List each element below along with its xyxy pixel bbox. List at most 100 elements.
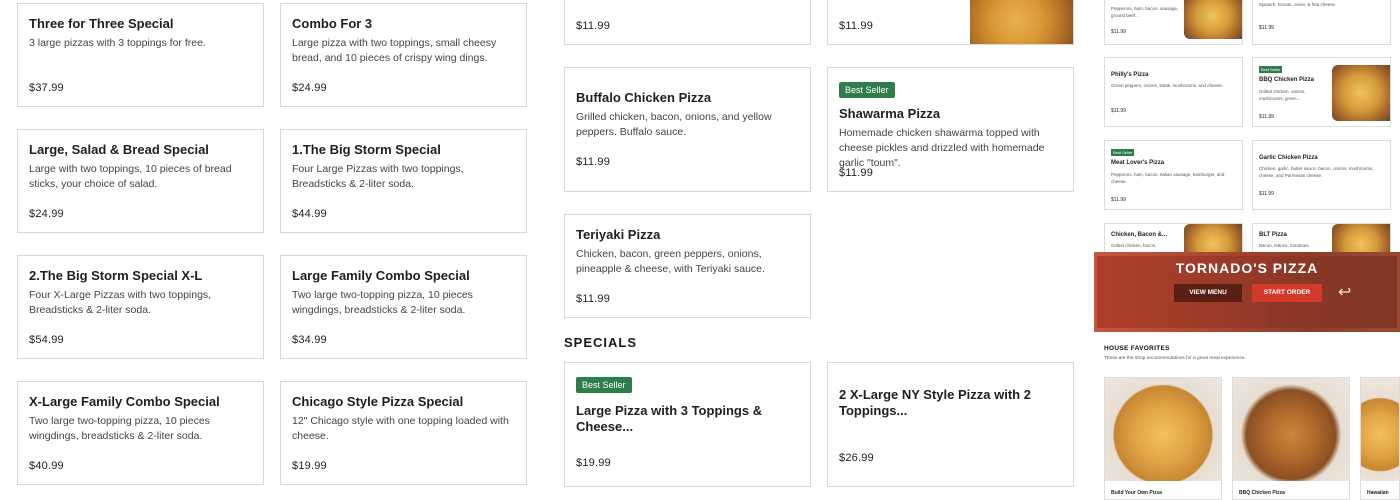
menu-card-shawarma[interactable]: Best Seller Shawarma Pizza Homemade chic… xyxy=(827,67,1074,192)
menu-card-three-for-three[interactable]: Three for Three Special 3 large pizzas w… xyxy=(17,3,264,107)
card-price: $11.99 xyxy=(576,20,611,32)
preview-mini-card[interactable]: Philly's Pizza Green peppers, onions, st… xyxy=(1104,57,1243,127)
house-favorites-title: HOUSE FAVORITES xyxy=(1104,345,1170,352)
preview-mini-card[interactable]: Best Seller Meat Lover's Pizza Pepperoni… xyxy=(1104,140,1243,210)
card-title: Teriyaki Pizza xyxy=(576,227,661,242)
mini-title: Chicken, Bacon &... xyxy=(1111,232,1168,238)
card-title: Combo For 3 xyxy=(292,16,373,31)
mini-description: Grilled chicken, bacon, xyxy=(1111,243,1157,248)
card-title: Buffalo Chicken Pizza xyxy=(576,90,712,105)
card-price: $34.99 xyxy=(292,334,327,346)
mini-description: Grilled chicken, onions, mushrooms, gree… xyxy=(1259,89,1306,101)
best-seller-badge: Best Seller xyxy=(1259,66,1283,73)
view-menu-button[interactable]: VIEW MENU xyxy=(1174,284,1242,302)
section-heading-specials: SPECIALS xyxy=(564,335,638,350)
mini-price: $11.99 xyxy=(1259,114,1274,120)
card-title: 2.The Big Storm Special X-L xyxy=(29,268,203,283)
mini-description: Green peppers, onions, steak, mushrooms,… xyxy=(1111,83,1224,88)
card-price: $11.99 xyxy=(839,20,874,32)
card-description: Four X-Large Pizzas with two toppings, B… xyxy=(29,289,212,316)
mini-price: $11.99 xyxy=(1111,108,1126,114)
mini-description: Pepperoni, ham, bacon, Italian sausage, … xyxy=(1111,172,1225,184)
mini-title: BLT Pizza xyxy=(1259,232,1287,238)
card-price: $11.99 xyxy=(839,167,874,179)
menu-card-xl-ny-style[interactable]: 2 X-Large NY Style Pizza with 2 Toppings… xyxy=(827,362,1074,487)
card-description: Chicken, bacon, green peppers, onions, p… xyxy=(576,248,765,275)
menu-card-teriyaki[interactable]: Teriyaki Pizza Chicken, bacon, green pep… xyxy=(564,214,811,318)
card-title: 1.The Big Storm Special xyxy=(292,142,441,157)
mini-title: Garlic Chicken Pizza xyxy=(1259,155,1318,161)
card-description: Large pizza with two toppings, small che… xyxy=(292,37,497,64)
menu-card-big-storm-xl[interactable]: 2.The Big Storm Special X-L Four X-Large… xyxy=(17,255,264,359)
card-price: $44.99 xyxy=(292,208,327,220)
card-price: $11.99 xyxy=(576,156,611,168)
house-favorite-name: Build Your Own Pizza xyxy=(1111,490,1162,496)
hero-title: TORNADO'S PIZZA xyxy=(1175,260,1319,276)
menu-card-chicago-style[interactable]: Chicago Style Pizza Special 12" Chicago … xyxy=(280,381,527,485)
house-favorites-subtitle: These are the shop recommendations for a… xyxy=(1104,356,1246,361)
card-title: X-Large Family Combo Special xyxy=(29,394,220,409)
card-price: $37.99 xyxy=(29,82,64,94)
mini-price: $11.99 xyxy=(1259,191,1274,197)
card-price: $24.99 xyxy=(292,82,327,94)
best-seller-badge: Best Seller xyxy=(839,82,895,98)
menu-card-large-family-combo[interactable]: Large Family Combo Special Two large two… xyxy=(280,255,527,359)
house-favorite-card[interactable]: Build Your Own Pizza xyxy=(1104,377,1222,500)
pizza-image xyxy=(1332,65,1390,121)
card-title: Chicago Style Pizza Special xyxy=(292,394,464,409)
house-favorite-card[interactable]: BBQ Chicken Pizza xyxy=(1232,377,1350,500)
mini-price: $11.99 xyxy=(1111,197,1126,203)
card-description: Large with two toppings, 10 pieces of br… xyxy=(29,163,232,190)
pizza-image xyxy=(1184,0,1242,39)
pizza-image xyxy=(1361,378,1399,481)
pizza-image xyxy=(1233,378,1349,481)
menu-card-top-left-pizza[interactable]: $11.99 xyxy=(564,0,811,45)
card-description: 12" Chicago style with one topping loade… xyxy=(292,415,509,442)
pizza-image xyxy=(970,0,1073,44)
mini-description: Chicken, garlic, butter sauce, bacon, on… xyxy=(1259,166,1374,178)
card-description: Homemade chicken shawarma topped with ch… xyxy=(839,127,1045,169)
menu-card-big-storm[interactable]: 1.The Big Storm Special Four Large Pizza… xyxy=(280,129,527,233)
card-price: $19.99 xyxy=(576,457,611,469)
menu-card-large-3-toppings[interactable]: Best Seller Large Pizza with 3 Toppings … xyxy=(564,362,811,487)
pizza-image xyxy=(1105,378,1221,481)
card-description: Two large two-topping pizza, 10 pieces w… xyxy=(292,289,473,316)
menu-card-large-salad-bread[interactable]: Large, Salad & Bread Special Large with … xyxy=(17,129,264,233)
curved-arrow-icon: ↩ xyxy=(1338,284,1352,301)
preview-mini-card[interactable]: Spinach, tomato, onion, & feta cheese. $… xyxy=(1252,0,1391,45)
card-title: Large, Salad & Bread Special xyxy=(29,142,209,157)
house-favorite-name: Hawaiian xyxy=(1367,490,1389,496)
mini-description: Spinach, tomato, onion, & feta cheese. xyxy=(1259,2,1337,7)
card-description: 3 large pizzas with 3 toppings for free. xyxy=(29,37,206,49)
mini-price: $11.99 xyxy=(1111,29,1126,35)
start-order-button[interactable]: START ORDER xyxy=(1252,284,1322,302)
card-price: $19.99 xyxy=(292,460,327,472)
menu-card-buffalo-chicken[interactable]: Buffalo Chicken Pizza Grilled chicken, b… xyxy=(564,67,811,192)
mini-title: Philly's Pizza xyxy=(1111,72,1149,78)
card-description: Four Large Pizzas with two toppings, Bre… xyxy=(292,163,464,190)
card-title: Three for Three Special xyxy=(29,16,174,31)
card-title: Large Pizza with 3 Toppings & Cheese... xyxy=(576,403,763,434)
preview-mini-card[interactable]: Garlic Chicken Pizza Chicken, garlic, bu… xyxy=(1252,140,1391,210)
mini-title: BBQ Chicken Pizza xyxy=(1259,77,1315,83)
card-price: $26.99 xyxy=(839,452,874,464)
card-title: Large Family Combo Special xyxy=(292,268,470,283)
house-favorite-card[interactable]: Hawaiian xyxy=(1360,377,1400,500)
house-favorite-name: BBQ Chicken Pizza xyxy=(1239,490,1285,496)
card-title: 2 X-Large NY Style Pizza with 2 Toppings… xyxy=(839,387,1031,418)
mini-description: Bacon, lettuce, tomatoes, xyxy=(1259,243,1310,248)
card-description: Two large two-topping pizza, 10 pieces w… xyxy=(29,415,210,442)
mini-title: Meat Lover's Pizza xyxy=(1111,160,1165,166)
menu-card-top-right-pizza[interactable]: $11.99 xyxy=(827,0,1074,45)
card-price: $24.99 xyxy=(29,208,64,220)
preview-mini-card[interactable]: Best Seller BBQ Chicken Pizza Grilled ch… xyxy=(1252,57,1391,127)
card-price: $54.99 xyxy=(29,334,64,346)
menu-card-xl-family-combo[interactable]: X-Large Family Combo Special Two large t… xyxy=(17,381,264,485)
card-description: Grilled chicken, bacon, onions, and yell… xyxy=(576,111,772,138)
card-price: $11.99 xyxy=(576,293,611,305)
best-seller-badge: Best Seller xyxy=(576,377,632,393)
menu-card-combo-for-3[interactable]: Combo For 3 Large pizza with two topping… xyxy=(280,3,527,107)
best-seller-badge: Best Seller xyxy=(1111,149,1135,156)
mini-description: Pepperoni, ham, bacon, sausage, ground b… xyxy=(1111,6,1179,18)
preview-mini-card[interactable]: Pepperoni, ham, bacon, sausage, ground b… xyxy=(1104,0,1243,45)
